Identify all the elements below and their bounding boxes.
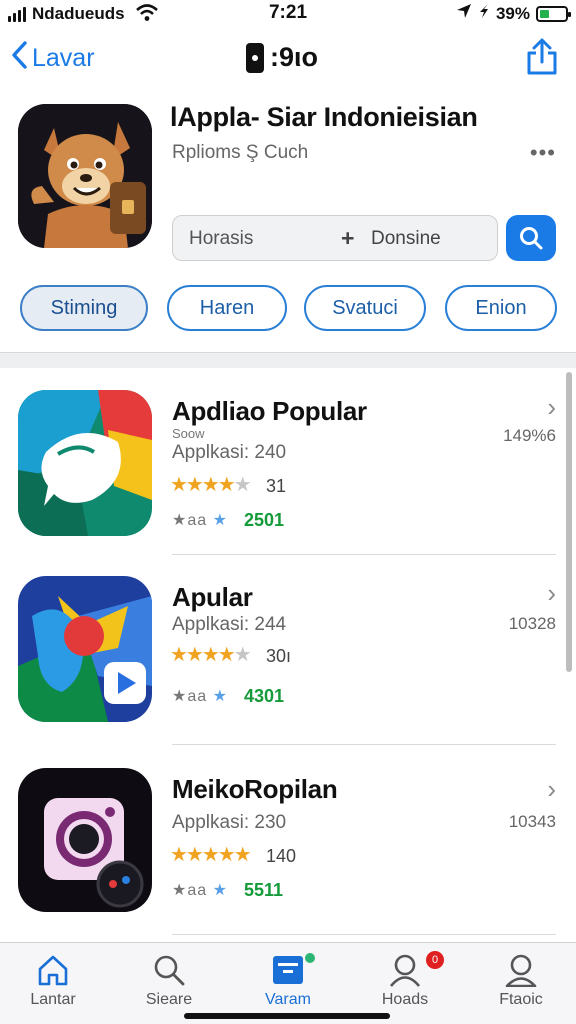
status-bar: Ndadueuds 7:21 39% xyxy=(0,0,576,26)
chevron-right-icon: › xyxy=(547,578,556,608)
chip-stiming[interactable]: Stiming xyxy=(20,285,148,331)
app-count: Applkasi: 244 xyxy=(172,614,287,635)
stars-filled: ★★★★★ xyxy=(170,474,252,496)
search-icon xyxy=(520,227,543,250)
tab-apps[interactable]: Varam xyxy=(243,951,333,1009)
filter-chips: Stiming Haren Svatuci Enion xyxy=(0,285,576,333)
download-count: 2501 xyxy=(244,510,285,530)
chevron-right-icon: › xyxy=(547,392,556,422)
app-size: 10343 xyxy=(508,812,556,831)
share-button[interactable] xyxy=(526,38,558,81)
tab-label: Ftaoic xyxy=(499,991,543,1008)
rating-count: 140 xyxy=(266,846,297,866)
app-size: 10328 xyxy=(508,614,556,633)
app-count: Applkasi: 230 xyxy=(172,812,287,833)
profile-icon xyxy=(476,951,566,989)
app-count: Applkasi: 240 xyxy=(172,442,287,463)
app-title: MeikoRopilan xyxy=(172,774,338,804)
chevron-left-icon xyxy=(10,40,28,77)
notification-badge: 0 xyxy=(426,951,444,969)
tab-home[interactable]: Lantar xyxy=(8,951,98,1009)
more-options-button[interactable]: ••• xyxy=(530,140,556,166)
tab-bar: Lantar Sieare Varam 0 Hoads Ftaoic xyxy=(0,942,576,1024)
row-divider xyxy=(172,934,556,935)
featured-app-icon[interactable] xyxy=(18,104,152,248)
rating-count: 30ı xyxy=(266,646,292,666)
people-icon: 0 xyxy=(360,951,450,989)
chevron-right-icon: › xyxy=(547,774,556,804)
apps-icon xyxy=(243,951,333,989)
stars-filled: ★★★★★ xyxy=(170,644,252,666)
chip-svatuci[interactable]: Svatuci xyxy=(304,285,426,331)
row-divider xyxy=(172,554,556,555)
tab-people[interactable]: 0 Hoads xyxy=(360,951,450,1009)
star-rating: ★★★★★ xyxy=(170,842,252,867)
app-size: 149%6 xyxy=(503,426,556,445)
signal-arrow-icon xyxy=(478,3,490,24)
home-icon xyxy=(8,951,98,989)
page-title-text: :9ιo xyxy=(270,42,319,72)
scrollbar[interactable] xyxy=(566,372,572,672)
download-count: 5511 xyxy=(244,880,284,900)
tab-label: Hoads xyxy=(381,991,429,1008)
search-input[interactable]: Horasis + Donsine xyxy=(172,215,498,261)
home-indicator xyxy=(184,1013,390,1019)
search-icon xyxy=(124,951,214,989)
search-left-text: Horasis xyxy=(189,228,254,249)
back-button[interactable]: Lavar xyxy=(10,40,95,77)
stars-filled: ★★★★★ xyxy=(170,844,252,866)
section-divider xyxy=(0,352,576,368)
back-label: Lavar xyxy=(32,44,95,72)
featured-app-title: lAppla- Siar Indonieisian xyxy=(170,102,478,132)
battery-icon xyxy=(536,5,571,22)
row-divider xyxy=(172,744,556,745)
tab-search[interactable]: Sieare xyxy=(124,951,214,1009)
battery-percent: 39% xyxy=(495,3,530,23)
mini-rating: ★aa ★ xyxy=(172,512,228,529)
search-button[interactable] xyxy=(506,215,556,261)
phone-icon xyxy=(246,42,264,73)
search-right-text: Donsine xyxy=(371,228,441,249)
app-subtitle: Soow xyxy=(172,426,205,441)
app-icon-bird xyxy=(18,390,152,536)
chip-haren[interactable]: Haren xyxy=(167,285,287,331)
app-title: Apular xyxy=(172,582,253,612)
app-icon-camera xyxy=(18,768,152,912)
tab-label: Varam xyxy=(265,991,311,1008)
mini-rating: ★aa ★ xyxy=(172,688,228,705)
star-rating: ★★★★★ xyxy=(170,642,252,667)
status-right: 39% xyxy=(456,3,571,24)
list-item[interactable]: MeikoRopilan Applkasi: 230 ★★★★★ 140 ★aa… xyxy=(0,766,576,946)
page-title: :9ιo xyxy=(246,42,318,73)
star-rating: ★★★★★ xyxy=(170,472,252,497)
mini-rating: ★aa ★ xyxy=(172,882,228,899)
app-icon-cat xyxy=(18,576,152,722)
tab-label: Sieare xyxy=(145,991,193,1008)
list-item[interactable]: Apdliao Popular Soow Applkasi: 240 ★★★★★… xyxy=(0,388,576,568)
chip-enion[interactable]: Enion xyxy=(445,285,557,331)
location-icon xyxy=(456,3,472,24)
tab-label: Lantar xyxy=(30,991,76,1008)
plus-icon: + xyxy=(341,225,355,251)
rating-count: 31 xyxy=(266,476,287,496)
app-title: Apdliao Popular xyxy=(172,396,367,426)
tab-profile[interactable]: Ftaoic xyxy=(476,951,566,1009)
featured-app-subtitle: Rplioms Ş Cuch xyxy=(172,142,309,163)
list-item[interactable]: Apular Applkasi: 244 ★★★★★ 30ı ★aa ★ 430… xyxy=(0,576,576,756)
download-count: 4301 xyxy=(244,686,285,706)
share-icon xyxy=(527,38,557,75)
fox-mascot-icon xyxy=(18,104,152,248)
notification-dot xyxy=(305,953,315,963)
